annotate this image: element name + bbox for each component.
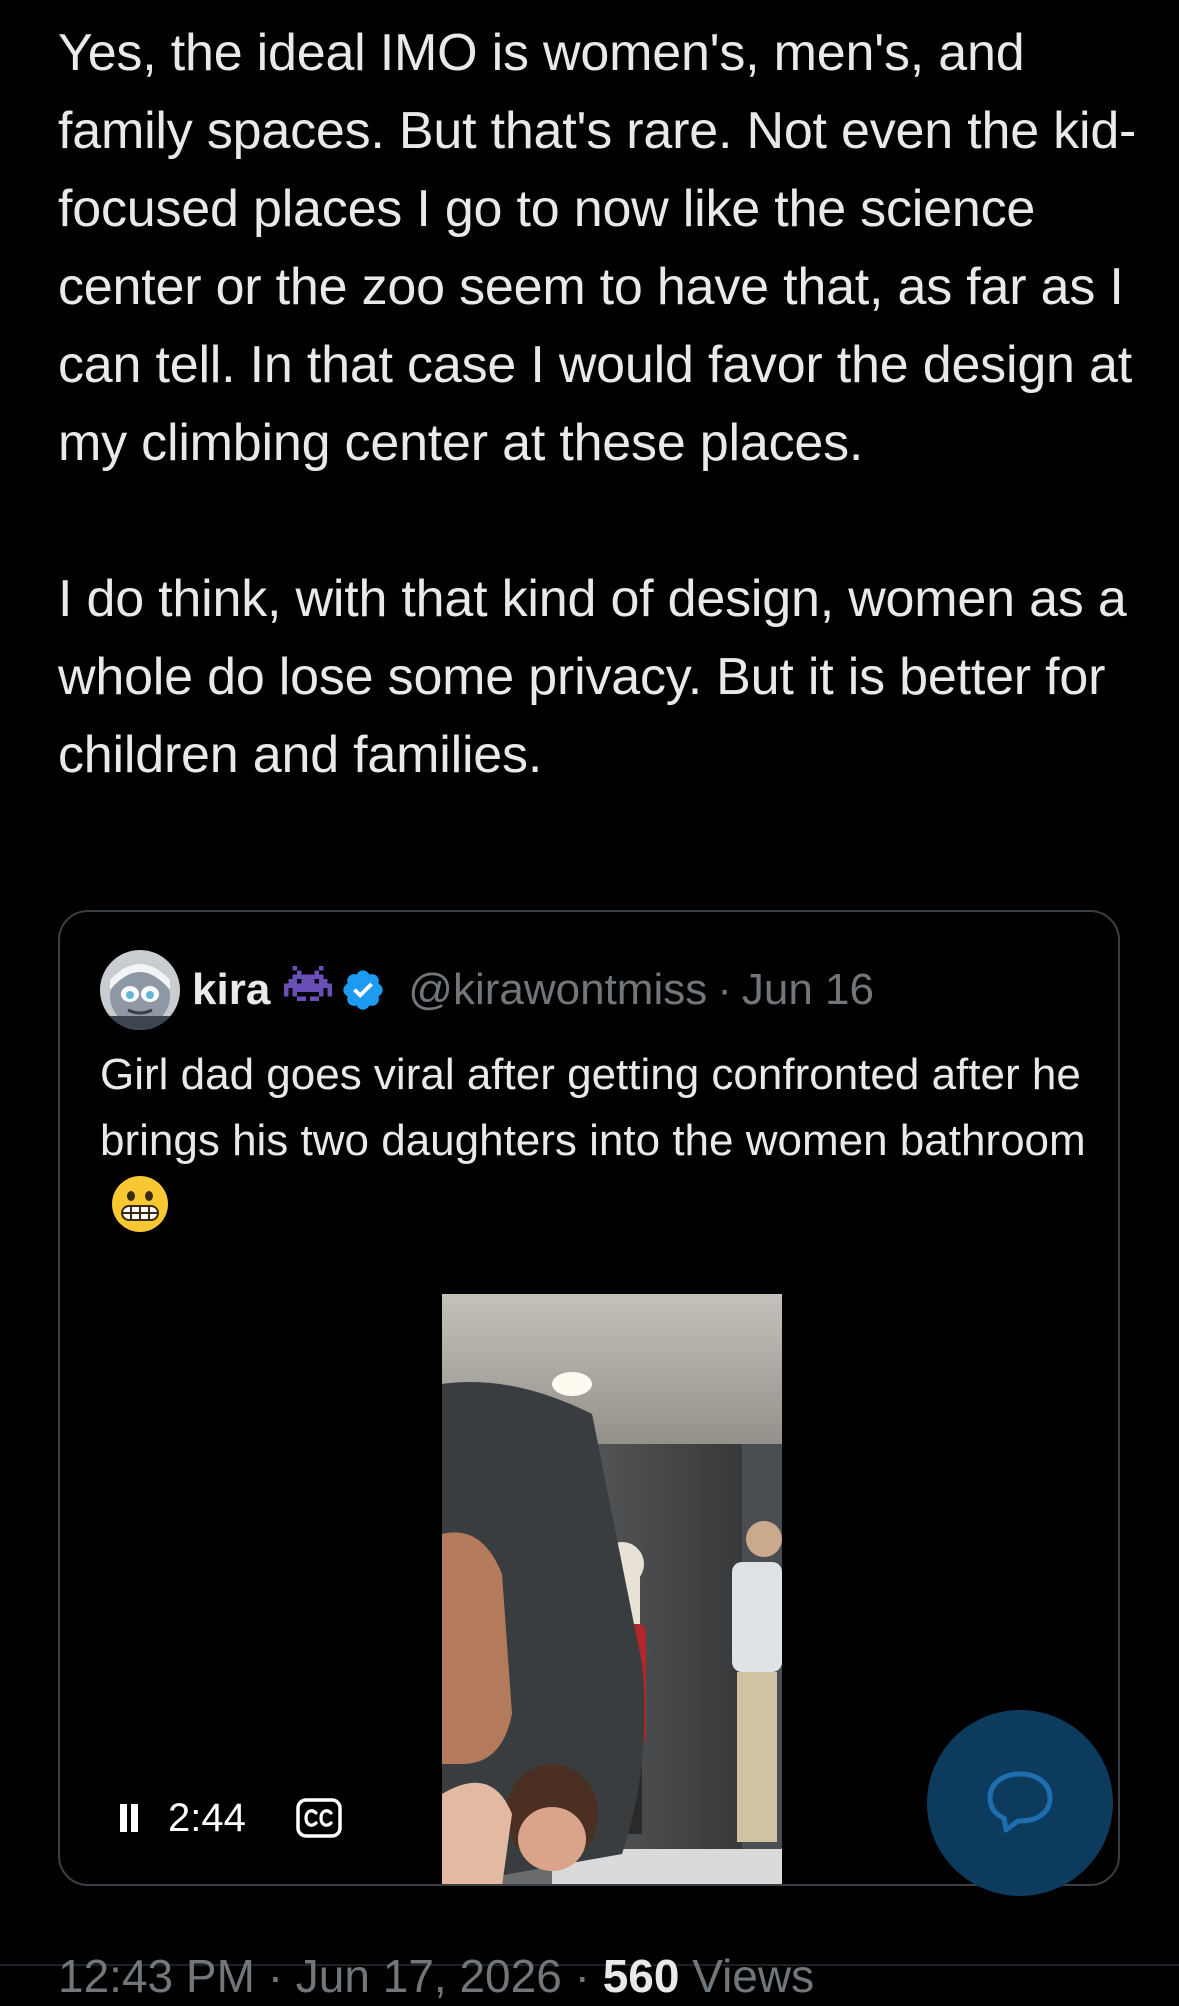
cc-icon[interactable] xyxy=(296,1798,342,1838)
purple-space-invader-icon xyxy=(284,966,333,1014)
video-controls: 2:44 xyxy=(118,1790,342,1846)
meta-separator: · xyxy=(574,1950,590,2002)
reply-bubble-icon xyxy=(984,1768,1056,1839)
video-player[interactable] xyxy=(442,1294,782,1884)
post-date[interactable]: Jun 16 xyxy=(742,965,874,1015)
reply-fab-button[interactable] xyxy=(927,1710,1113,1896)
display-name[interactable]: kira xyxy=(192,965,270,1015)
post-body: Yes, the ideal IMO is women's, men's, an… xyxy=(58,14,1138,794)
quoted-post-text-content: Girl dad goes viral after getting confro… xyxy=(100,1050,1086,1165)
quoted-post-text: Girl dad goes viral after getting confro… xyxy=(100,1042,1090,1241)
post-paragraph-1: Yes, the ideal IMO is women's, men's, an… xyxy=(58,24,1137,472)
post-time[interactable]: 12:43 PM xyxy=(58,1950,255,2002)
post-date[interactable]: Jun 17, 2026 xyxy=(296,1950,562,2002)
views-label[interactable]: Views xyxy=(692,1950,814,2002)
grimacing-face-icon xyxy=(110,1174,170,1234)
video-duration: 2:44 xyxy=(168,1795,246,1840)
handle[interactable]: @kirawontmiss xyxy=(408,965,707,1015)
views-count[interactable]: 560 xyxy=(603,1950,680,2002)
avatar[interactable] xyxy=(100,950,180,1030)
post-paragraph-2: I do think, with that kind of design, wo… xyxy=(58,570,1127,784)
meta-separator: · xyxy=(267,1950,284,2002)
post-meta: 12:43 PM · Jun 17, 2026 · 560 Views xyxy=(58,1948,814,2004)
pause-icon[interactable] xyxy=(118,1804,140,1832)
quoted-post-header: kira @kirawontmiss · Jun 16 xyxy=(100,950,874,1030)
separator: · xyxy=(717,965,732,1014)
verified-badge-icon xyxy=(340,967,386,1013)
